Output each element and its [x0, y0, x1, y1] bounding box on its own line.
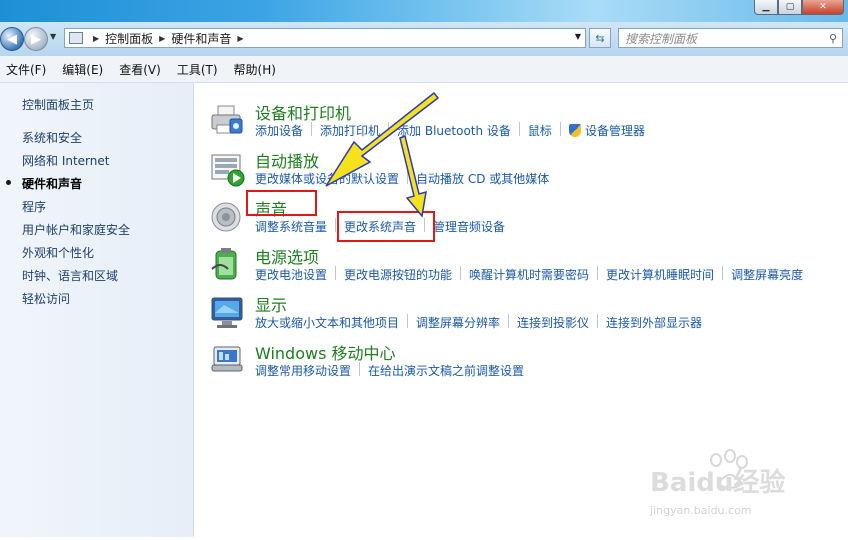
arrow-to-change-system-sounds	[399, 134, 427, 218]
watermark-brand: Baidu经验	[650, 468, 786, 498]
watermark-url: jingyan.baidu.com	[650, 504, 752, 517]
baidu-jingyan-watermark: Baidu经验 jingyan.baidu.com	[648, 446, 848, 537]
arrow-to-sound-title	[325, 91, 440, 187]
